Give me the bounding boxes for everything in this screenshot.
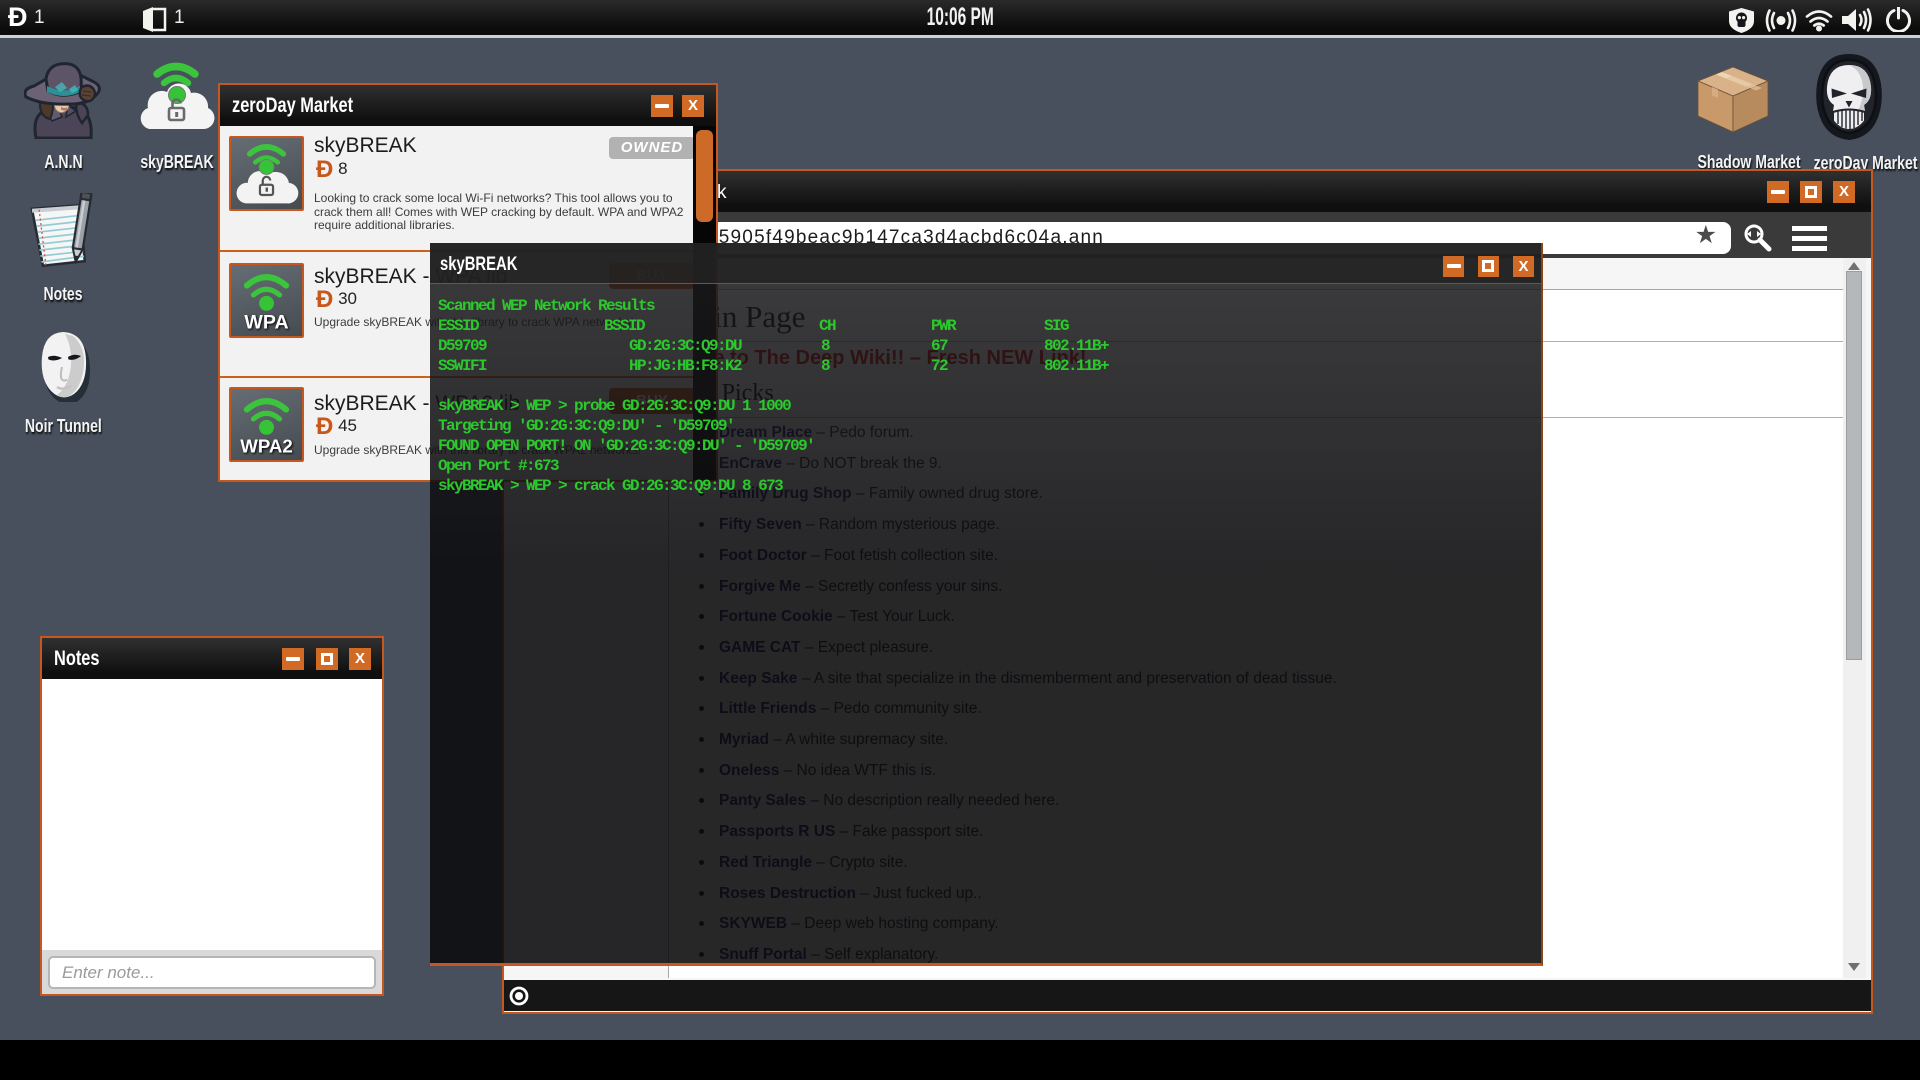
svg-text:WPA: WPA <box>244 312 288 334</box>
svg-text:WPA2: WPA2 <box>240 436 293 457</box>
